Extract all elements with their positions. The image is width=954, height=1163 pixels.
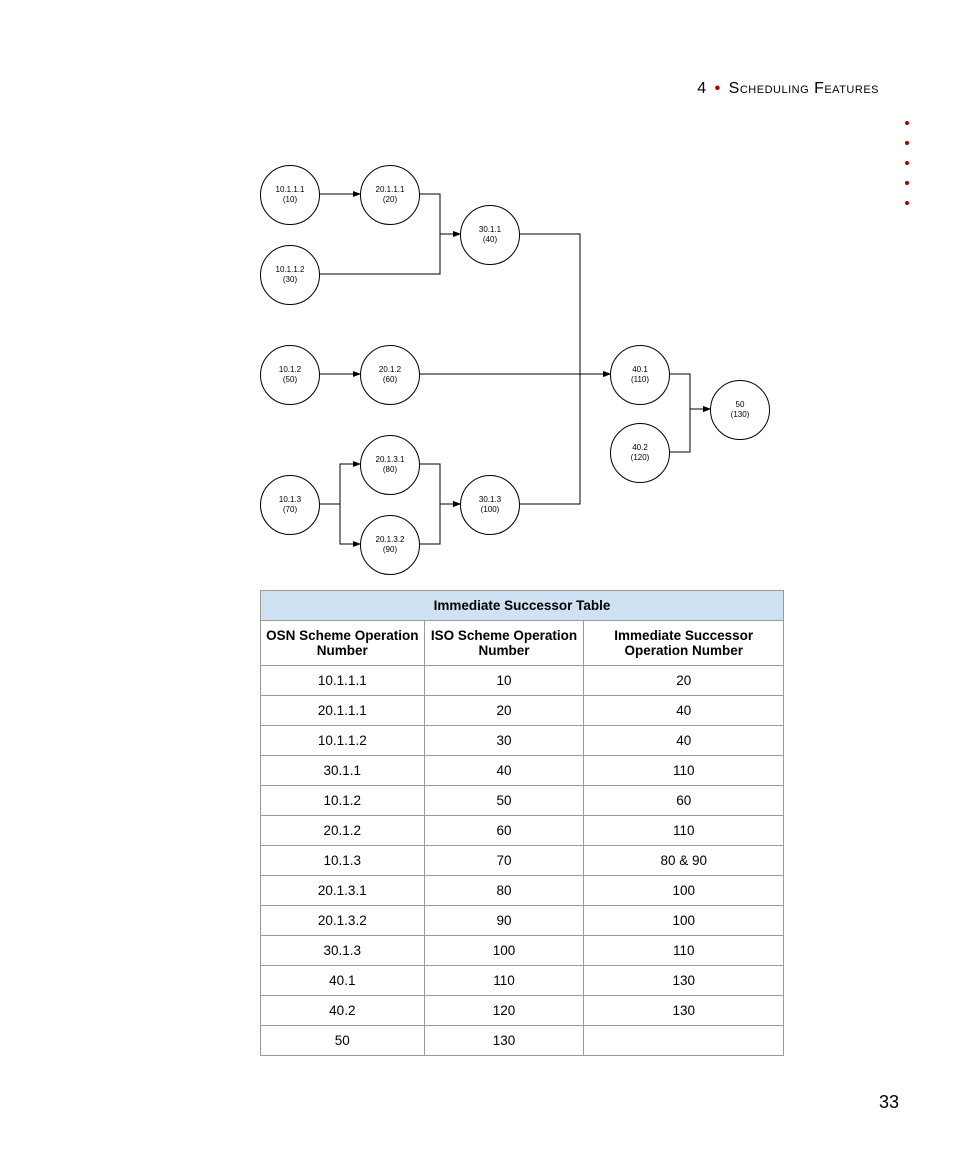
table-cell: 40	[584, 696, 784, 726]
table-cell: 20.1.1.1	[261, 696, 425, 726]
graph-node: 10.1.2(50)	[260, 345, 320, 405]
graph-edges	[260, 165, 780, 575]
table-row: 10.1.25060	[261, 786, 784, 816]
table-cell: 50	[261, 1026, 425, 1056]
table-cell	[584, 1026, 784, 1056]
table-cell: 30.1.1	[261, 756, 425, 786]
table-cell: 100	[424, 936, 584, 966]
table-row: 10.1.1.11020	[261, 666, 784, 696]
table-cell: 40	[584, 726, 784, 756]
table-cell: 20	[424, 696, 584, 726]
table-row: 40.2120130	[261, 996, 784, 1026]
successor-table-wrap: Immediate Successor Table OSN Scheme Ope…	[260, 590, 784, 1056]
table-cell: 40.2	[261, 996, 425, 1026]
table-cell: 110	[584, 756, 784, 786]
graph-node: 20.1.3.1(80)	[360, 435, 420, 495]
table-cell: 80 & 90	[584, 846, 784, 876]
table-cell: 100	[584, 876, 784, 906]
table-cell: 130	[584, 996, 784, 1026]
page-number: 33	[879, 1092, 899, 1113]
col-osn: OSN Scheme Operation Number	[261, 621, 425, 666]
graph-node: 10.1.3(70)	[260, 475, 320, 535]
table-cell: 40.1	[261, 966, 425, 996]
table-cell: 110	[584, 936, 784, 966]
table-cell: 70	[424, 846, 584, 876]
chapter-title: Scheduling Features	[729, 80, 879, 97]
operation-graph: 10.1.1.1(10) 20.1.1.1(20) 30.1.1(40) 10.1.1…	[260, 165, 780, 575]
table-cell: 10.1.1.1	[261, 666, 425, 696]
graph-node: 20.1.2(60)	[360, 345, 420, 405]
graph-node: 20.1.3.2(90)	[360, 515, 420, 575]
table-row: 30.1.3100110	[261, 936, 784, 966]
graph-node: 10.1.1.2(30)	[260, 245, 320, 305]
table-cell: 40	[424, 756, 584, 786]
table-cell: 120	[424, 996, 584, 1026]
col-iso: ISO Scheme Operation Number	[424, 621, 584, 666]
table-row: 20.1.260110	[261, 816, 784, 846]
graph-node: 40.1(110)	[610, 345, 670, 405]
table-cell: 10.1.2	[261, 786, 425, 816]
table-cell: 20.1.2	[261, 816, 425, 846]
graph-node: 50(130)	[710, 380, 770, 440]
table-cell: 10	[424, 666, 584, 696]
table-row: 10.1.37080 & 90	[261, 846, 784, 876]
chapter-heading: 4 • Scheduling Features	[697, 80, 879, 98]
table-row: 10.1.1.23040	[261, 726, 784, 756]
table-cell: 30	[424, 726, 584, 756]
header-bullet: •	[712, 80, 724, 97]
table-row: 40.1110130	[261, 966, 784, 996]
graph-node: 40.2(120)	[610, 423, 670, 483]
table-cell: 60	[584, 786, 784, 816]
table-row: 50130	[261, 1026, 784, 1056]
table-row: 20.1.3.290100	[261, 906, 784, 936]
graph-node: 20.1.1.1(20)	[360, 165, 420, 225]
table-cell: 10.1.3	[261, 846, 425, 876]
table-cell: 80	[424, 876, 584, 906]
table-cell: 90	[424, 906, 584, 936]
table-title: Immediate Successor Table	[261, 591, 784, 621]
table-row: 20.1.3.180100	[261, 876, 784, 906]
graph-node: 30.1.1(40)	[460, 205, 520, 265]
table-cell: 130	[584, 966, 784, 996]
table-cell: 130	[424, 1026, 584, 1056]
table-cell: 20.1.3.1	[261, 876, 425, 906]
decorative-dots	[905, 105, 909, 221]
table-row: 30.1.140110	[261, 756, 784, 786]
table-cell: 20	[584, 666, 784, 696]
table-cell: 100	[584, 906, 784, 936]
table-row: 20.1.1.12040	[261, 696, 784, 726]
table-cell: 30.1.3	[261, 936, 425, 966]
table-cell: 60	[424, 816, 584, 846]
table-cell: 110	[424, 966, 584, 996]
graph-node: 10.1.1.1(10)	[260, 165, 320, 225]
table-cell: 110	[584, 816, 784, 846]
chapter-number: 4	[697, 80, 706, 97]
successor-table: Immediate Successor Table OSN Scheme Ope…	[260, 590, 784, 1056]
table-cell: 50	[424, 786, 584, 816]
table-cell: 10.1.1.2	[261, 726, 425, 756]
col-succ: Immediate Successor Operation Number	[584, 621, 784, 666]
table-cell: 20.1.3.2	[261, 906, 425, 936]
graph-node: 30.1.3(100)	[460, 475, 520, 535]
